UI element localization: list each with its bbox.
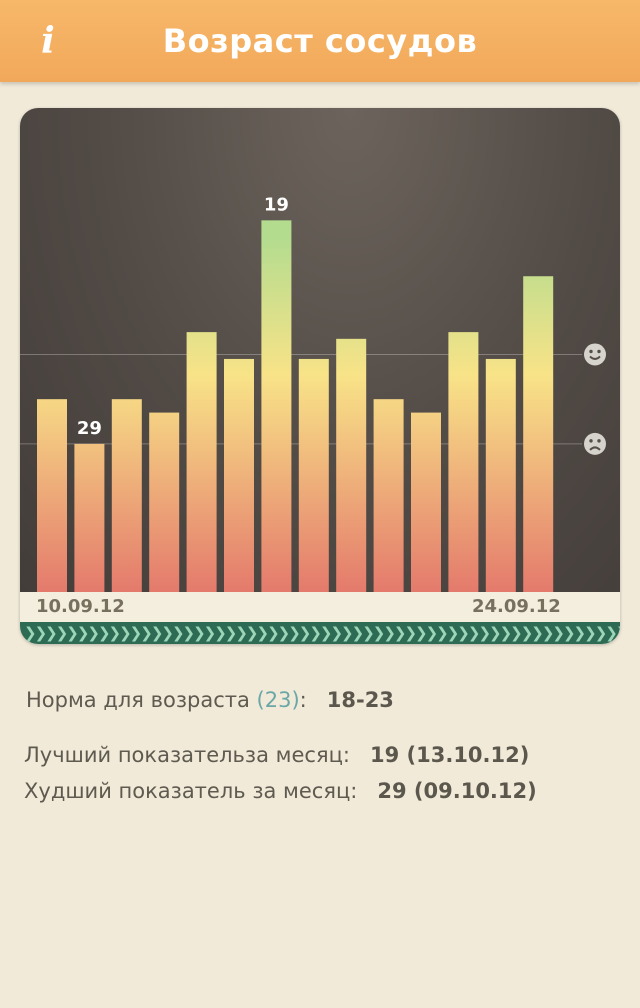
- bar[interactable]: [411, 412, 441, 592]
- scroll-chevron-strip[interactable]: ❯❯❯❯❯❯❯❯❯❯❯❯❯❯❯❯❯❯❯❯❯❯❯❯❯❯❯❯❯❯❯❯❯❯❯❯❯❯❯❯…: [20, 622, 620, 644]
- x-label-end: 24.09.12: [472, 596, 561, 617]
- best-label: Лучший показательза месяц:: [24, 743, 350, 767]
- chart-card: 29 19 10.09.12 24.09.12 ❯❯❯❯❯❯❯❯❯❯❯❯❯❯❯❯❯…: [20, 108, 620, 644]
- bar[interactable]: [298, 358, 329, 592]
- bar[interactable]: [261, 220, 292, 592]
- bar[interactable]: [485, 358, 516, 592]
- date-axis: 10.09.12 24.09.12: [20, 592, 620, 622]
- chart-plot-area: 29 19: [20, 108, 620, 592]
- header-bar: i Возраст сосудов: [0, 0, 640, 82]
- bar[interactable]: [111, 399, 142, 592]
- norm-label: Норма для возраста: [26, 688, 250, 712]
- bar[interactable]: [373, 399, 404, 592]
- bar[interactable]: [523, 276, 554, 592]
- worst-label: Худший показатель за месяц:: [24, 779, 358, 803]
- worst-row: Худший показатель за месяц: 29 (09.10.12…: [24, 779, 537, 803]
- bar[interactable]: [224, 358, 254, 592]
- worst-value: 29 (09.10.12): [377, 779, 537, 803]
- x-label-start: 10.09.12: [36, 596, 125, 617]
- best-row: Лучший показательза месяц: 19 (13.10.12): [24, 743, 529, 767]
- data-label: 19: [264, 194, 289, 215]
- bar[interactable]: [74, 443, 105, 592]
- data-label: 29: [77, 418, 102, 439]
- bar[interactable]: [37, 399, 67, 592]
- bar[interactable]: [336, 338, 367, 592]
- bar[interactable]: [448, 332, 479, 592]
- smiley-happy-icon: [584, 343, 606, 366]
- norm-value: 18-23: [326, 688, 394, 712]
- best-value: 19 (13.10.12): [369, 743, 530, 767]
- bar[interactable]: [149, 412, 180, 592]
- smiley-sad-icon: [584, 432, 606, 455]
- norm-age: (23): [256, 688, 300, 712]
- norm-row: Норма для возраста (23): 18-23: [26, 688, 394, 712]
- bar[interactable]: [186, 332, 217, 592]
- bar-chart: 29 19: [20, 194, 606, 592]
- page-title: Возраст сосудов: [162, 22, 478, 60]
- norm-colon: :: [299, 688, 307, 712]
